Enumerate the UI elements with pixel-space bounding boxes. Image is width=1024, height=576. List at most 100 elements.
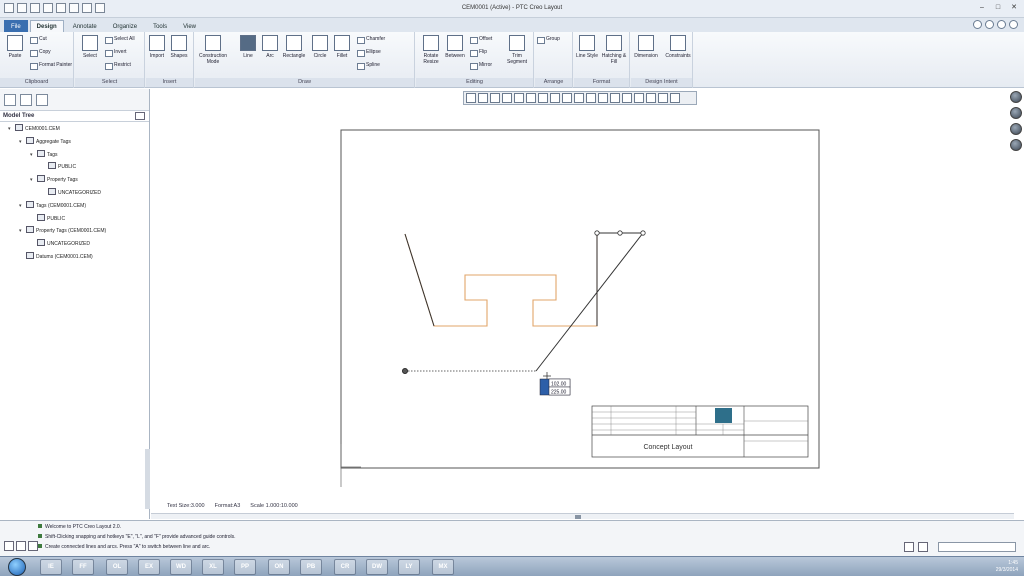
find-icon[interactable] [904,542,914,552]
browser-toggle-icon[interactable] [16,541,26,551]
tree-node[interactable]: ▾ Property Tags (CEM0001.CEM) [19,226,106,236]
highlight-icon[interactable] [634,93,644,103]
taskbar-app-button[interactable]: WD [170,559,192,575]
taskbar-app-button[interactable]: ON [268,559,290,575]
datum-display-icon[interactable] [610,93,620,103]
zoom-in-icon[interactable] [478,93,488,103]
dimension-display-icon[interactable] [586,93,596,103]
navigator-toggle-icon[interactable] [4,541,14,551]
collapse-arrow-icon[interactable]: ▾ [19,201,26,211]
tab-file[interactable]: File [4,20,28,32]
flip-button[interactable]: Flip [470,49,487,57]
regen-status-icon[interactable] [918,542,928,552]
pan-icon[interactable] [502,93,512,103]
system-clock[interactable]: 1:45 29/3/2014 [996,560,1018,574]
horizontal-scrollbar[interactable] [151,513,1014,519]
select-all-button[interactable]: Select All [105,36,135,44]
vertex-point[interactable] [640,230,646,236]
taskbar-app-button[interactable]: FF [72,559,94,575]
annotation-display-icon[interactable] [670,93,680,103]
dimension-button[interactable]: Dimension [631,35,661,59]
construction-mode-button[interactable]: Construction Mode [197,35,229,65]
taskbar-app-button[interactable]: IE [40,559,62,575]
minimize-button[interactable]: – [976,3,988,13]
grid-icon[interactable] [550,93,560,103]
appearance-icon[interactable] [646,93,656,103]
close-button[interactable]: ✕ [1008,3,1020,13]
settings-orb-icon[interactable] [1010,139,1022,151]
taskbar-app-button[interactable]: MX [432,559,454,575]
tab-organize[interactable]: Organize [106,20,144,32]
between-button[interactable]: Between [442,35,468,59]
maximize-button[interactable]: □ [992,3,1004,13]
restrict-button[interactable]: Restrict [105,62,131,70]
taskbar-app-button[interactable]: DW [366,559,388,575]
folder-browser-tab-icon[interactable] [20,94,32,106]
tree-node[interactable]: ▾ Tags (CEM0001.CEM) [19,200,86,211]
tree-node[interactable]: PUBLIC [30,213,65,224]
vertex-point[interactable] [594,230,600,236]
rotate-resize-button[interactable]: Rotate Resize [418,35,444,65]
help-icon[interactable] [997,20,1006,29]
ellipse-button[interactable]: Ellipse [357,49,381,57]
mirror-button[interactable]: Mirror [470,62,492,70]
collapse-arrow-icon[interactable]: ▾ [30,150,37,160]
collapse-arrow-icon[interactable]: ▾ [19,226,26,236]
tab-design[interactable]: Design [29,20,64,32]
scroll-thumb[interactable] [575,515,581,519]
copy-button[interactable]: Copy [30,49,51,57]
drawing-canvas[interactable]: 102.00 225.00 Concept Layout [151,89,1014,519]
constraint-display-icon[interactable] [574,93,584,103]
group-button[interactable]: Group [537,36,560,44]
favorites-tab-icon[interactable] [36,94,48,106]
sheet-setup-icon[interactable] [538,93,548,103]
tree-node[interactable]: PUBLIC [41,162,76,172]
tab-annotate[interactable]: Annotate [66,20,104,32]
selection-filter[interactable] [938,542,1016,552]
tree-node[interactable]: UNCATEGORIZED [30,239,90,249]
vertex-point[interactable] [617,230,623,236]
taskbar-app-button[interactable]: PP [234,559,256,575]
tree-node[interactable]: Datums (CEM0001.CEM) [19,252,93,262]
tab-tools[interactable]: Tools [146,20,174,32]
layer-icon[interactable] [622,93,632,103]
tree-settings-icon[interactable] [135,112,145,120]
scene-orb-icon[interactable] [1010,107,1022,119]
taskbar-app-button[interactable]: CR [334,559,356,575]
trim-segment-button[interactable]: Trim Segment [502,35,532,65]
constraints-button[interactable]: Constraints [663,35,693,59]
shapes-button[interactable]: Shapes [166,35,192,59]
taskbar-app-button[interactable]: EX [138,559,160,575]
repaint-icon[interactable] [514,93,524,103]
tree-node[interactable]: ▾ Tags [30,149,58,160]
info-icon[interactable] [1009,20,1018,29]
collapse-arrow-icon[interactable]: ▾ [8,124,15,134]
tree-node[interactable]: UNCATEGORIZED [41,188,101,198]
snap-icon[interactable] [562,93,572,103]
start-point[interactable] [401,367,408,374]
fillet-button[interactable]: Fillet [329,35,355,59]
graphics-window[interactable]: 102.00 225.00 Concept Layout Text Size:3… [151,89,1022,519]
paste-button[interactable]: Paste [2,35,28,59]
hatching-fill-button[interactable]: Hatching & Fill [601,35,627,65]
model-tree-tab-icon[interactable] [4,94,16,106]
taskbar-app-button[interactable]: OL [106,559,128,575]
taskbar-app-button[interactable]: PB [300,559,322,575]
appearance-orb-icon[interactable] [1010,91,1022,103]
format-painter-button[interactable]: Format Painter [30,62,72,70]
full-screen-icon[interactable] [28,541,38,551]
chamfer-button[interactable]: Chamfer [357,36,385,44]
render-orb-icon[interactable] [1010,123,1022,135]
tab-view[interactable]: View [176,20,203,32]
minimize-ribbon-icon[interactable] [973,20,982,29]
tree-node[interactable]: ▾ CEM0001.CEM [8,124,60,134]
spline-button[interactable]: Spline [357,62,380,70]
line-style-button[interactable]: Line Style [574,35,600,59]
arc-button[interactable]: Arc [257,35,283,59]
collapse-arrow-icon[interactable]: ▾ [30,175,37,185]
cut-button[interactable]: Cut [30,36,47,44]
offset-button[interactable]: Offset [470,36,492,44]
point-display-icon[interactable] [598,93,608,103]
select-button[interactable]: Select [77,35,103,59]
tree-node[interactable]: ▾ Aggregate Tags [19,136,71,147]
